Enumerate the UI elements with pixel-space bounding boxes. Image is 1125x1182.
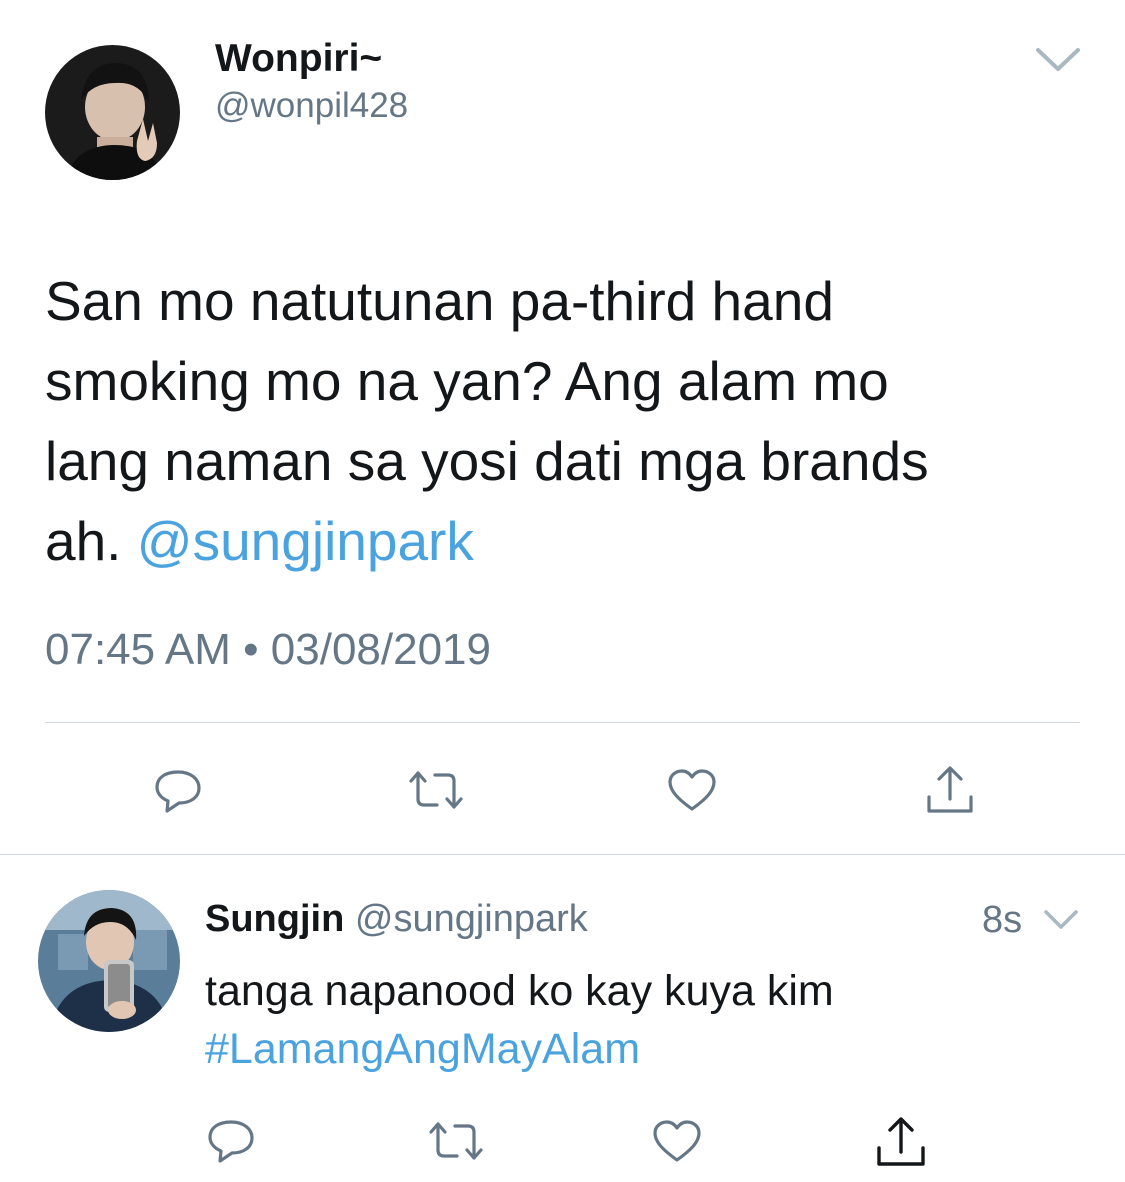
- timestamp: 07:45 AM • 03/08/2019: [45, 624, 491, 676]
- hashtag-link[interactable]: #LamangAngMayAlam: [205, 1020, 834, 1078]
- reply-bubble-icon[interactable]: [206, 1117, 256, 1165]
- divider: [0, 854, 1125, 855]
- retweet-icon[interactable]: [407, 767, 465, 813]
- tweet-time: 07:45 AM: [45, 625, 231, 674]
- mention-link[interactable]: @sungjinpark: [137, 510, 474, 572]
- tweet-date[interactable]: 03/08/2019: [271, 625, 491, 674]
- reply-age: 8s: [982, 899, 1023, 941]
- avatar[interactable]: [45, 45, 180, 180]
- display-name[interactable]: Sungjin: [205, 898, 344, 940]
- heart-icon[interactable]: [651, 1118, 703, 1164]
- tweet-text-line: lang naman sa yosi dati mga brands: [45, 430, 929, 492]
- separator-dot: •: [243, 625, 259, 674]
- tweet-text: San mo natutunan pa-third hand smoking m…: [45, 261, 1095, 581]
- chevron-down-icon[interactable]: [1034, 42, 1082, 76]
- tweet-text-segment: ah.: [45, 510, 137, 572]
- chevron-down-icon[interactable]: [1042, 906, 1080, 934]
- heart-icon[interactable]: [666, 767, 718, 813]
- display-name[interactable]: Wonpiri~: [215, 36, 382, 82]
- reply-text: tanga napanood ko kay kuya kim #LamangAn…: [205, 962, 834, 1078]
- share-icon[interactable]: [924, 763, 976, 815]
- reply-bubble-icon[interactable]: [153, 767, 203, 815]
- divider: [45, 722, 1080, 723]
- avatar[interactable]: [38, 890, 180, 1032]
- handle[interactable]: @wonpil428: [215, 85, 408, 127]
- retweet-icon[interactable]: [427, 1118, 485, 1164]
- tweet-text-line: ah. @sungjinpark: [45, 501, 1095, 581]
- reply-text-line: tanga napanood ko kay kuya kim: [205, 967, 834, 1015]
- handle[interactable]: @sungjinpark: [355, 898, 588, 940]
- tweet-text-line: smoking mo na yan? Ang alam mo: [45, 350, 889, 412]
- tweet-text-line: San mo natutunan pa-third hand: [45, 270, 834, 332]
- share-icon[interactable]: [874, 1114, 928, 1168]
- reply-header: Sungjin @sungjinpark: [205, 896, 588, 942]
